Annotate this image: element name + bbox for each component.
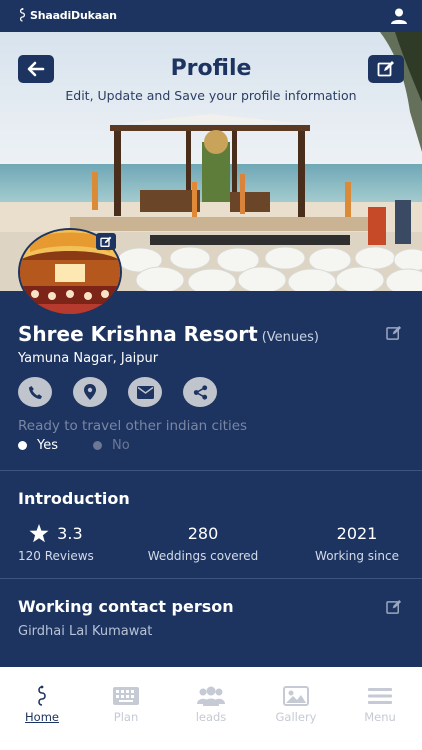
business-name-line: Shree Krishna Resort (Venues) bbox=[18, 322, 319, 346]
keyboard-icon bbox=[113, 687, 139, 705]
tab-home-label: Home bbox=[25, 710, 59, 724]
bottom-tab-bar: Home Plan leads Gallery Menu bbox=[0, 667, 422, 750]
travel-question: Ready to travel other indian cities bbox=[18, 418, 248, 434]
tab-plan[interactable]: Plan bbox=[91, 685, 161, 724]
edit-business-icon[interactable] bbox=[386, 325, 403, 340]
weddings-label: Weddings covered bbox=[147, 549, 259, 563]
star-icon bbox=[29, 524, 49, 543]
top-bar: ShaadiDukaan bbox=[0, 0, 422, 32]
divider bbox=[0, 470, 422, 471]
brand-mark-icon bbox=[19, 8, 26, 22]
edit-cover-button[interactable] bbox=[368, 55, 404, 83]
brand-name: ShaadiDukaan bbox=[30, 8, 117, 22]
reviews-label[interactable]: 120 Reviews bbox=[18, 549, 94, 563]
call-button[interactable] bbox=[18, 377, 52, 407]
home-logo-icon bbox=[38, 685, 46, 706]
radio-no[interactable] bbox=[93, 441, 102, 450]
radio-yes[interactable] bbox=[18, 441, 27, 450]
share-icon bbox=[193, 384, 207, 400]
weddings-stat: 280 Weddings covered bbox=[140, 524, 266, 563]
tab-leads[interactable]: leads bbox=[176, 685, 246, 724]
tab-menu[interactable]: Menu bbox=[345, 685, 415, 724]
page-subtitle: Edit, Update and Save your profile infor… bbox=[65, 88, 357, 103]
share-button[interactable] bbox=[183, 377, 217, 407]
travel-radio-group: Yes No bbox=[18, 438, 130, 453]
edit-contact-icon[interactable] bbox=[386, 599, 403, 614]
edit-avatar-button[interactable] bbox=[96, 233, 116, 250]
tab-gallery-label: Gallery bbox=[275, 710, 317, 724]
since-stat: 2021 Working since bbox=[308, 524, 406, 563]
contact-actions bbox=[18, 377, 217, 407]
location-button[interactable] bbox=[73, 377, 107, 407]
group-icon bbox=[197, 686, 225, 706]
divider bbox=[0, 578, 422, 579]
edit-icon bbox=[377, 61, 394, 77]
contact-person-name: Girdhai Lal Kumawat bbox=[18, 624, 153, 639]
weddings-value: 280 bbox=[187, 524, 219, 543]
map-pin-icon bbox=[84, 384, 96, 400]
contact-title: Working contact person bbox=[18, 597, 234, 616]
since-value: 2021 bbox=[336, 524, 378, 543]
radio-no-label[interactable]: No bbox=[112, 438, 130, 453]
business-name: Shree Krishna Resort bbox=[18, 322, 258, 346]
rating-value: 3.3 bbox=[57, 524, 83, 543]
edit-icon bbox=[100, 236, 112, 247]
phone-icon bbox=[28, 385, 42, 399]
mail-icon bbox=[136, 385, 154, 399]
radio-yes-label[interactable]: Yes bbox=[37, 438, 58, 453]
introduction-title: Introduction bbox=[18, 489, 130, 508]
tab-home[interactable]: Home bbox=[7, 685, 77, 724]
user-profile-icon[interactable] bbox=[390, 7, 408, 25]
hamburger-icon bbox=[368, 688, 392, 704]
since-label: Working since bbox=[315, 549, 399, 563]
email-button[interactable] bbox=[128, 377, 162, 407]
business-location: Yamuna Nagar, Jaipur bbox=[18, 351, 159, 366]
image-icon bbox=[283, 686, 309, 706]
business-category: (Venues) bbox=[261, 330, 319, 345]
tab-menu-label: Menu bbox=[364, 710, 396, 724]
rating-stat: 3.3 120 Reviews bbox=[18, 524, 94, 563]
page-title: Profile bbox=[170, 56, 252, 81]
tab-plan-label: Plan bbox=[113, 710, 139, 724]
brand-logo: ShaadiDukaan bbox=[18, 8, 117, 22]
tab-leads-label: leads bbox=[195, 710, 227, 724]
tab-gallery[interactable]: Gallery bbox=[261, 685, 331, 724]
